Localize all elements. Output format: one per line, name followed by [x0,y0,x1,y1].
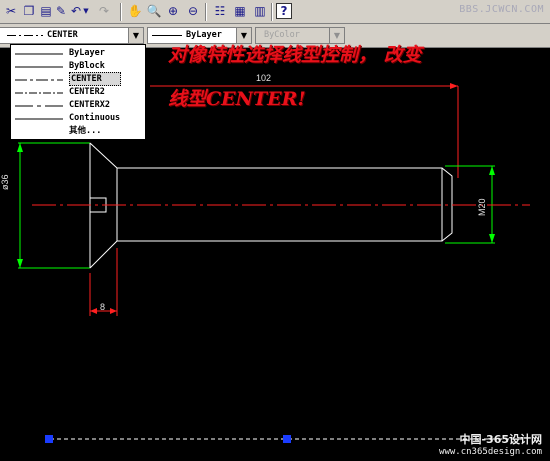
match-properties-icon[interactable]: ✎ [53,3,69,19]
linetype-preview [15,53,63,55]
linetype-dropdown-list[interactable]: ByLayer ByBlock CENTER CENTER2 CENTERX2 … [10,44,146,140]
footer-title: 中国-365设计网 [459,433,542,446]
list-item-byblock[interactable]: ByBlock [13,60,143,72]
chevron-down-icon[interactable]: ▼ [128,28,143,43]
toolbar-separator [205,3,207,21]
dimension-arrow [450,83,458,89]
copy-icon[interactable]: ❐ [21,3,37,19]
linetype-value: CENTER [47,30,78,40]
zoom-window-icon[interactable]: ⊕ [165,3,181,19]
grip[interactable] [45,435,53,443]
tool-palettes-icon[interactable]: ▥ [252,3,268,19]
dimension-arrow [110,308,117,314]
head-diameter-dimension: ø36 [0,174,10,190]
grip[interactable] [283,435,291,443]
list-item-center[interactable]: CENTER [13,72,143,86]
toolbar-separator [271,3,273,21]
help-icon[interactable]: ? [276,3,292,19]
list-item-bylayer[interactable]: ByLayer [13,47,143,59]
dimension-arrow [17,143,23,152]
linetype-preview [15,118,63,120]
cut-icon[interactable]: ✂ [3,3,19,19]
thread-dimension: M20 [477,198,487,216]
properties-icon[interactable]: ☷ [212,3,228,19]
dimension-arrow [489,166,495,175]
list-item-other[interactable]: 其他... [13,125,143,137]
zoom-realtime-icon[interactable]: 🔍 [146,3,162,19]
linetype-preview [7,35,43,36]
paste-icon[interactable]: ▤ [38,3,54,19]
dimension-arrow [17,259,23,268]
linetype-preview [15,92,63,94]
zoom-previous-icon[interactable]: ⊖ [185,3,201,19]
linetype-preview [15,66,63,68]
redo-icon[interactable]: ↷ [96,3,112,19]
toolbar-separator [120,3,122,21]
chevron-down-icon[interactable]: ▼ [82,3,90,19]
list-item-continuous[interactable]: Continuous [13,112,143,124]
annotation-line-1: 对像特性选择线型控制， 改变 [168,44,422,66]
annotation-line-2: 线型CENTER! [168,88,306,110]
footer-url: www.cn365design.com [439,447,542,457]
length-dimension: 102 [256,73,272,83]
linetype-combo[interactable]: CENTER ▼ [0,27,144,44]
site-watermark: BBS.JCWCN.COM [459,4,544,15]
dimension-arrow [90,308,97,314]
footer-watermark: 中国-365设计网 www.cn365design.com [439,434,542,458]
lineweight-preview [152,35,182,36]
standard-toolbar: ✂ ❐ ▤ ✎ ↶ ▼ ↷ ✋ 🔍 ⊕ ⊖ ☷ ▦ ▥ ? BBS.JCWCN.… [0,0,550,24]
dimension-arrow [489,234,495,243]
list-item-centerx2[interactable]: CENTERX2 [13,99,143,111]
pan-icon[interactable]: ✋ [127,3,143,19]
list-item-center2[interactable]: CENTER2 [13,86,143,98]
linetype-preview [15,105,63,107]
design-center-icon[interactable]: ▦ [232,3,248,19]
linetype-preview [15,79,63,81]
head-height-dimension: 8 [100,302,106,312]
